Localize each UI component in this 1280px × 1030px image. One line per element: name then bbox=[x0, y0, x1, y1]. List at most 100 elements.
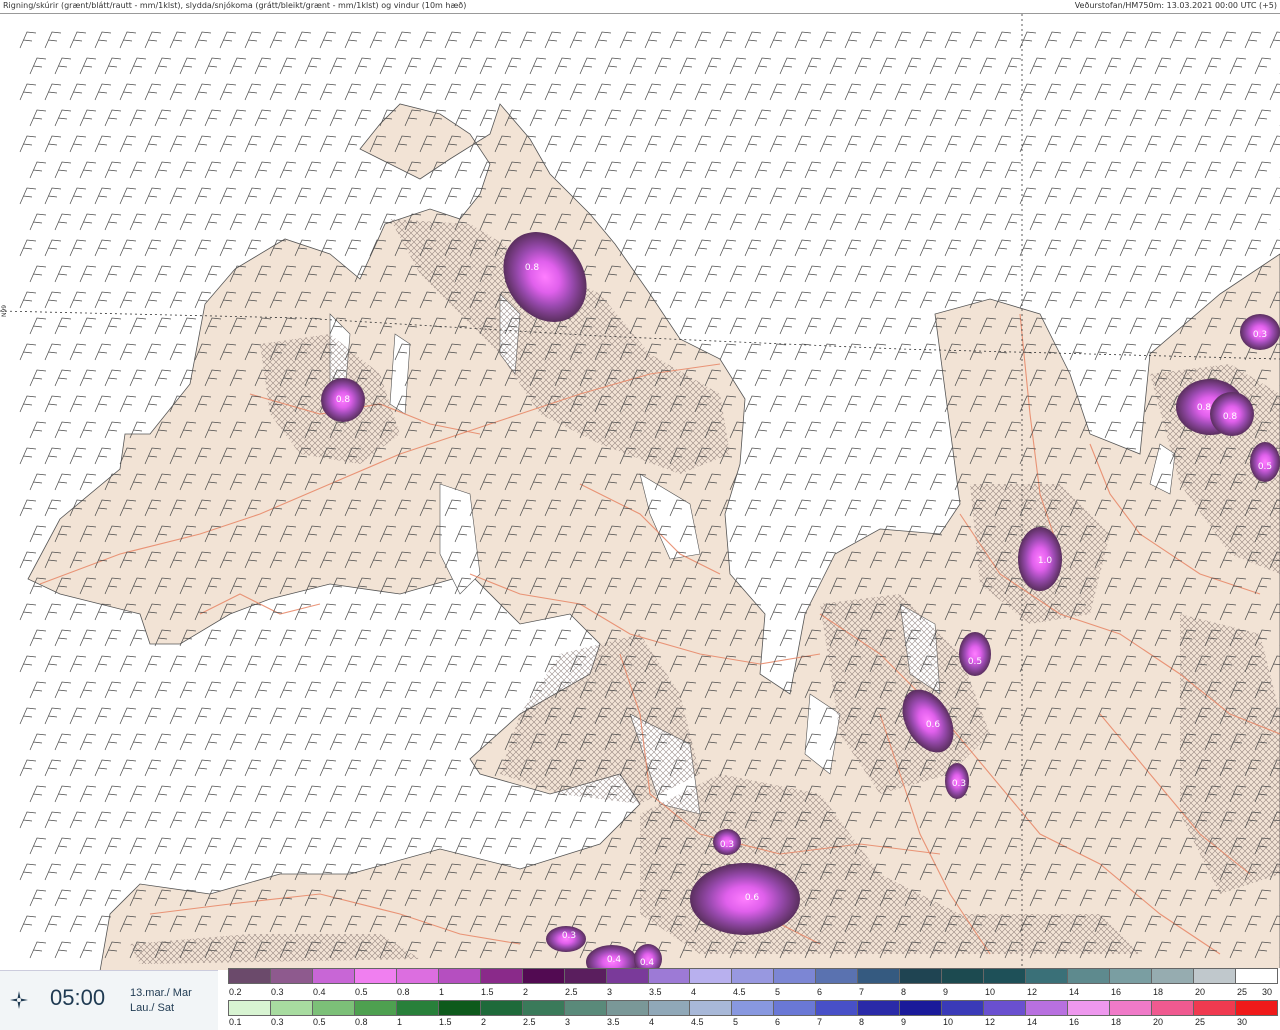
precip-cell: 0.8 bbox=[1210, 392, 1254, 436]
legend-tick-label: 10 bbox=[985, 987, 996, 997]
legend-tick-label: 0.2 bbox=[229, 987, 242, 997]
legend-tick-label: 1 bbox=[397, 1017, 403, 1027]
legend-swatch bbox=[522, 968, 565, 984]
legend-tick-label: 18 bbox=[1153, 987, 1164, 997]
map-canvas: 0.8 0.8 0.3 0.8 0.8 0.5 1.0 0.5 0.6 0.3 0.3 0.6 0.3 0… bbox=[0, 14, 1280, 970]
legend-swatch bbox=[900, 968, 943, 984]
model-run-info: Veðurstofan/HM750m: 13.03.2021 00:00 UTC… bbox=[1074, 1, 1277, 10]
legend-tick-label: 3 bbox=[565, 1017, 571, 1027]
legend-tick-label: 25 bbox=[1195, 1017, 1206, 1027]
legend-swatch bbox=[396, 968, 439, 984]
legend-tick-label: 2.5 bbox=[523, 1017, 536, 1027]
legend-swatch bbox=[606, 1000, 649, 1016]
legend-swatch bbox=[1151, 968, 1194, 984]
legend-swatch bbox=[480, 1000, 523, 1016]
rain-scale-labels: 0.1 0.3 0.5 0.8 1 1.5 2 2.5 3 3.5 4 4.5 5 6 7 8 9 10 12 14 1… bbox=[228, 1017, 1278, 1029]
legend-swatch bbox=[312, 968, 355, 984]
precip-cell: 0.3 bbox=[945, 763, 969, 799]
snow-scale-labels: 0.2 0.3 0.4 0.5 0.8 1 1.5 2 2.5 3 3.5 4 4.5 5 6 7 8 9 10 12… bbox=[228, 987, 1278, 999]
legend-tick-label: 12 bbox=[985, 1017, 996, 1027]
legend-tick-label: 2 bbox=[481, 1017, 487, 1027]
legend-swatch bbox=[564, 968, 607, 984]
snow-scale bbox=[228, 968, 1278, 984]
forecast-weekday: Lau./ Sat bbox=[130, 1002, 175, 1014]
latitude-label: N99 bbox=[1, 304, 8, 317]
legend-tick-label: 12 bbox=[1027, 987, 1038, 997]
map-header: Rigning/skúrir (grænt/blátt/rautt - mm/1… bbox=[0, 0, 1280, 13]
legend-swatch bbox=[1193, 1000, 1236, 1016]
legend-swatch bbox=[984, 968, 1027, 984]
legend-swatch bbox=[396, 1000, 439, 1016]
legend-swatch bbox=[438, 968, 481, 984]
legend-tick-label: 1.5 bbox=[481, 987, 494, 997]
legend-tick-label: 20 bbox=[1195, 987, 1206, 997]
legend-swatch bbox=[522, 1000, 565, 1016]
legend-swatch bbox=[648, 968, 691, 984]
legend-tick-label: 9 bbox=[901, 1017, 907, 1027]
legend-tick-label: 3 bbox=[607, 987, 613, 997]
legend-tick-label: 0.3 bbox=[271, 1017, 284, 1027]
legend-tick-label: 14 bbox=[1069, 987, 1080, 997]
precip-cell: 0.6 bbox=[690, 863, 800, 935]
map-title: Rigning/skúrir (grænt/blátt/rautt - mm/1… bbox=[3, 1, 467, 10]
forecast-map[interactable]: 0.8 0.8 0.3 0.8 0.8 0.5 1.0 0.5 0.6 0.3 0.3 0.6 0.3 0… bbox=[0, 13, 1280, 970]
legend-swatch bbox=[1026, 1000, 1069, 1016]
legend-tick-label: 0.3 bbox=[271, 987, 284, 997]
legend-tick-label: 30 bbox=[1237, 1017, 1248, 1027]
legend-tick-label: 16 bbox=[1069, 1017, 1080, 1027]
rain-scale bbox=[228, 1000, 1278, 1016]
legend-swatch bbox=[1110, 1000, 1152, 1016]
legend-swatch bbox=[648, 1000, 691, 1016]
legend-swatch bbox=[1235, 1000, 1278, 1016]
precip-value: 0.3 bbox=[952, 779, 966, 789]
legend-tick-label: 2 bbox=[523, 987, 529, 997]
legend-swatch bbox=[816, 1000, 859, 1016]
legend-tick-label: 8 bbox=[859, 1017, 865, 1027]
legend-swatch bbox=[228, 1000, 271, 1016]
forecast-time: 05:00 bbox=[50, 985, 106, 1010]
legend-swatch bbox=[312, 1000, 355, 1016]
precip-cell: 1.0 bbox=[1018, 527, 1062, 591]
legend-tick-label: 18 bbox=[1111, 1017, 1122, 1027]
legend-tick-label: 0.4 bbox=[313, 987, 326, 997]
precip-cell: 0.3 bbox=[1240, 314, 1280, 350]
legend-tick-label: 14 bbox=[1027, 1017, 1038, 1027]
precip-value: 0.8 bbox=[1223, 412, 1238, 422]
legend-swatch bbox=[984, 1000, 1027, 1016]
legend-swatch bbox=[1068, 1000, 1111, 1016]
legend-swatch bbox=[858, 968, 901, 984]
legend-swatch bbox=[1235, 968, 1278, 984]
precip-value: 0.5 bbox=[1258, 462, 1272, 472]
legend-tick-label: 0.5 bbox=[355, 987, 368, 997]
legend-swatch bbox=[1193, 968, 1236, 984]
precip-value: 0.4 bbox=[640, 958, 655, 968]
legend-tick-label: 10 bbox=[943, 1017, 954, 1027]
legend-swatch bbox=[1151, 1000, 1194, 1016]
precip-value: 0.3 bbox=[562, 931, 576, 941]
legend-swatch bbox=[690, 968, 733, 984]
legend-tick-label: 1 bbox=[439, 987, 445, 997]
legend-swatch bbox=[732, 1000, 775, 1016]
time-panel[interactable]: 05:00 13.mar./ Mar Lau./ Sat bbox=[0, 970, 218, 1030]
legend-swatch bbox=[942, 968, 985, 984]
legend-tick-label: 4 bbox=[691, 987, 697, 997]
legend-tick-label: 0.8 bbox=[397, 987, 410, 997]
legend-tick-label: 0.5 bbox=[313, 1017, 326, 1027]
legend-tick-label: 4.5 bbox=[691, 1017, 704, 1027]
legend-tick-label: 1.5 bbox=[439, 1017, 452, 1027]
legend-swatch bbox=[1068, 968, 1111, 984]
legend-swatch bbox=[816, 968, 859, 984]
legend-swatch bbox=[732, 968, 775, 984]
legend-tick-label: 16 bbox=[1111, 987, 1122, 997]
legend-swatch bbox=[1026, 968, 1069, 984]
legend-tick-label: 0.8 bbox=[355, 1017, 368, 1027]
legend-swatch bbox=[228, 968, 271, 984]
legend-swatch bbox=[480, 968, 523, 984]
legend-tick-label: 2.5 bbox=[565, 987, 578, 997]
precip-cell: 0.3 bbox=[546, 926, 586, 952]
legend-swatch bbox=[858, 1000, 901, 1016]
legend-tick-label: 25 bbox=[1237, 987, 1248, 997]
legend-swatch bbox=[774, 968, 817, 984]
precip-cell: 0.5 bbox=[1250, 442, 1280, 482]
precip-value: 0.8 bbox=[336, 395, 351, 405]
